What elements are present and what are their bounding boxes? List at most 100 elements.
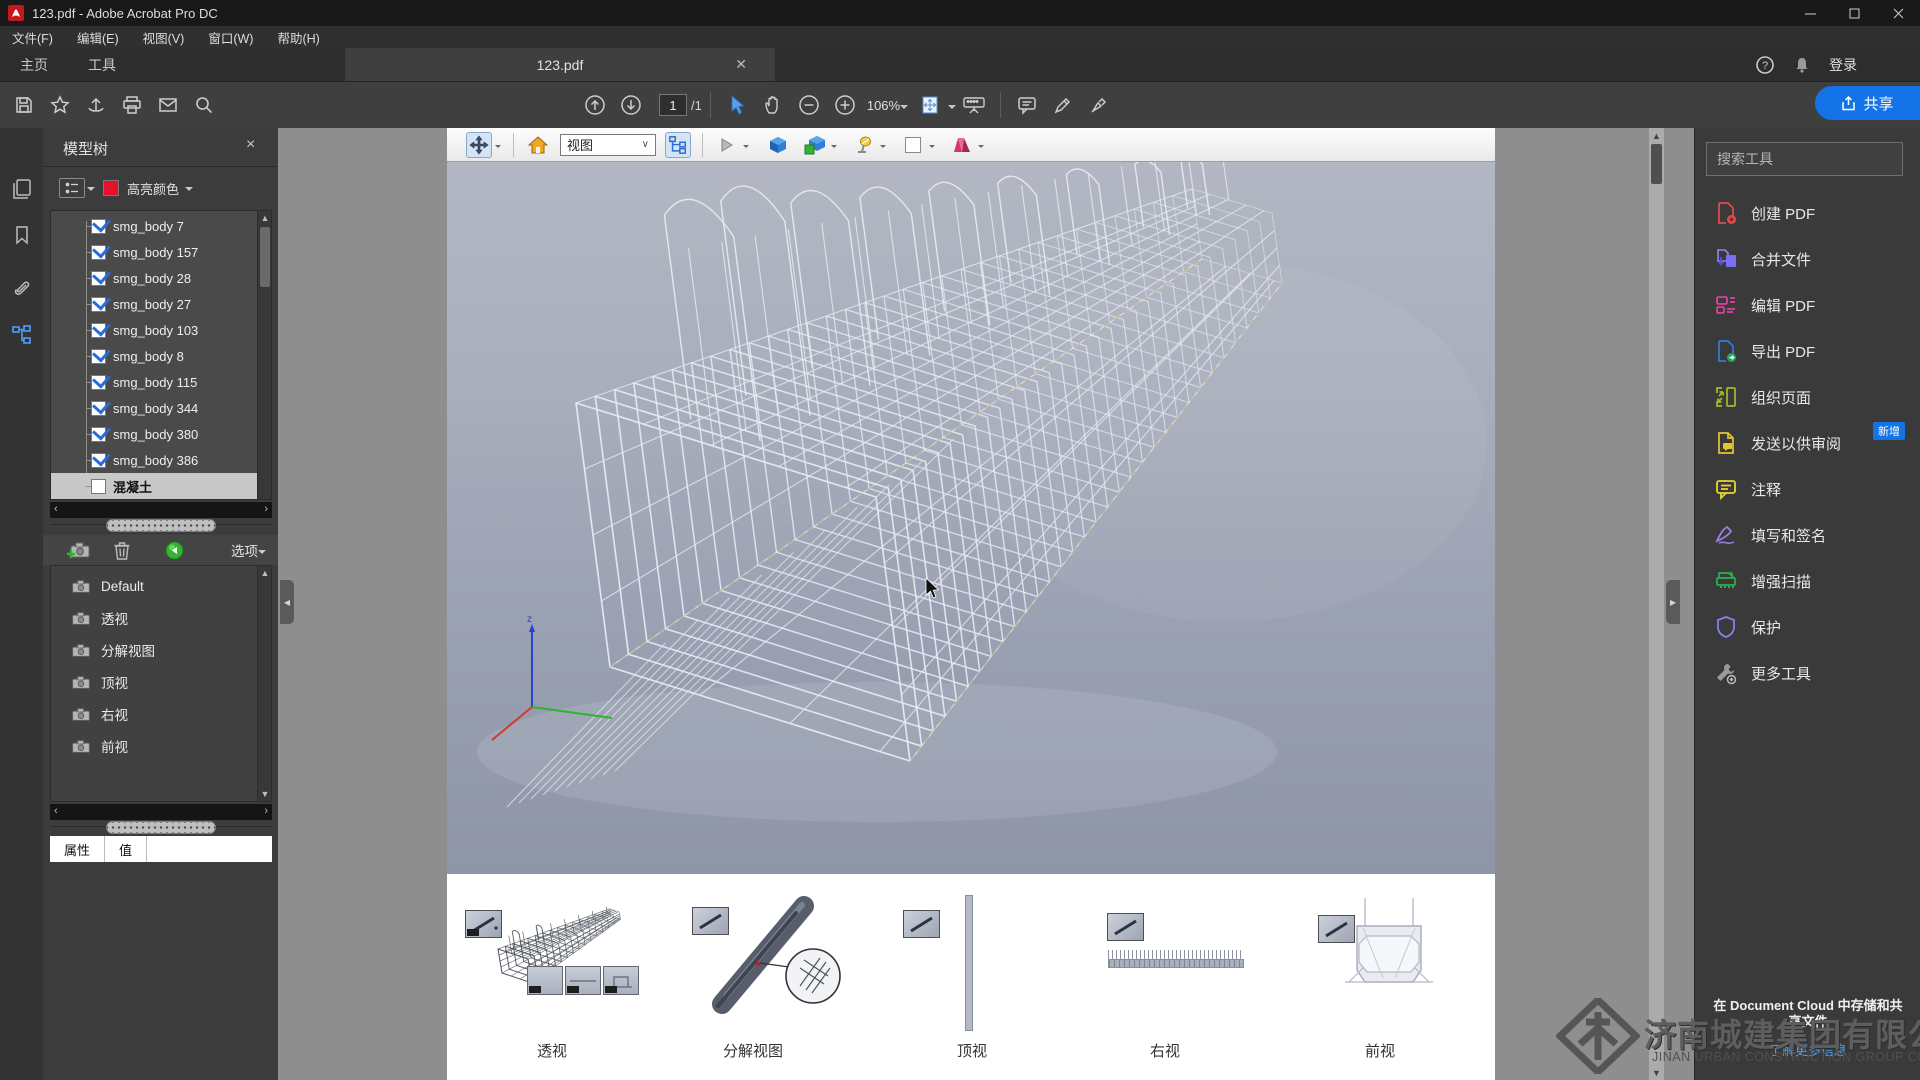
view-item[interactable]: 分解视图 xyxy=(51,634,271,666)
default-view-cube-button[interactable] xyxy=(765,132,791,158)
home-view-button[interactable] xyxy=(525,132,551,158)
view-label[interactable]: 透视 xyxy=(507,1040,597,1061)
options-menu-button[interactable]: 选项 xyxy=(231,540,266,560)
view-item[interactable]: 前视 xyxy=(51,730,271,762)
checkbox-icon[interactable] xyxy=(91,401,106,416)
view-item[interactable]: Default xyxy=(51,570,271,602)
tool-create-pdf[interactable]: 创建 PDF xyxy=(1695,190,1920,236)
chevron-down-icon[interactable] xyxy=(495,145,501,151)
tool-edit-pdf[interactable]: 编辑 PDF xyxy=(1695,282,1920,328)
tool-protect[interactable]: 保护 xyxy=(1695,604,1920,650)
chevron-down-icon[interactable] xyxy=(880,145,886,151)
add-view-button[interactable] xyxy=(67,541,91,559)
zoom-level-dropdown[interactable]: 106% xyxy=(867,98,908,113)
menu-edit[interactable]: 编辑(E) xyxy=(65,25,131,50)
cross-section-button[interactable] xyxy=(949,132,975,158)
maximize-button[interactable] xyxy=(1832,0,1876,26)
highlight-color-swatch[interactable] xyxy=(103,180,119,196)
checkbox-icon[interactable] xyxy=(91,349,106,364)
tree-view-mode-button[interactable] xyxy=(59,178,85,198)
exploded-view-thumbnail[interactable] xyxy=(700,888,855,1023)
play-animation-button[interactable] xyxy=(714,132,740,158)
scrollbar-thumb[interactable] xyxy=(1651,144,1662,184)
highlight-tool-button[interactable] xyxy=(1045,87,1081,123)
view-label[interactable]: 前视 xyxy=(1335,1040,1425,1061)
view-label[interactable]: 分解视图 xyxy=(703,1040,803,1061)
select-tool-button[interactable] xyxy=(719,87,755,123)
checkbox-icon[interactable] xyxy=(91,271,106,286)
render-mode-button[interactable] xyxy=(802,132,828,158)
checkbox-icon[interactable] xyxy=(91,297,106,312)
chevron-down-icon[interactable] xyxy=(185,187,193,195)
tree-item[interactable]: smg_body 380 xyxy=(51,421,271,447)
help-icon[interactable]: ? xyxy=(1755,55,1775,75)
learn-more-link[interactable]: 了解更多信息 xyxy=(1695,1040,1920,1059)
view-item[interactable]: 右视 xyxy=(51,698,271,730)
scroll-down-icon[interactable]: ▼ xyxy=(1649,1065,1664,1080)
view-thumbnail-icon[interactable] xyxy=(1107,913,1144,941)
views-hscrollbar[interactable]: ‹› xyxy=(50,804,272,820)
attachments-icon[interactable] xyxy=(0,266,43,312)
3d-viewport[interactable]: z xyxy=(447,162,1495,874)
view-item[interactable]: 透视 xyxy=(51,602,271,634)
search-tools-input[interactable] xyxy=(1706,142,1903,176)
star-button[interactable] xyxy=(42,87,78,123)
upload-share-button[interactable] xyxy=(78,87,114,123)
chevron-down-icon[interactable] xyxy=(743,145,749,151)
value-column-header[interactable]: 值 xyxy=(105,836,147,862)
menu-view[interactable]: 视图(V) xyxy=(131,25,197,50)
tree-item[interactable]: smg_body 344 xyxy=(51,395,271,421)
sign-in-link[interactable]: 登录 xyxy=(1829,55,1857,75)
tab-document[interactable]: 123.pdf ✕ xyxy=(345,48,775,81)
top-view-thumbnail[interactable] xyxy=(965,895,973,1031)
next-page-button[interactable] xyxy=(613,87,649,123)
tool-more-tools[interactable]: 更多工具 xyxy=(1695,650,1920,696)
search-button[interactable] xyxy=(186,87,222,123)
hand-tool-button[interactable] xyxy=(755,87,791,123)
tree-item[interactable]: smg_body 386 xyxy=(51,447,271,473)
panel-splitter[interactable] xyxy=(50,518,272,532)
chevron-down-icon[interactable] xyxy=(831,145,837,151)
tool-fill-sign[interactable]: 填写和签名 xyxy=(1695,512,1920,558)
tool-combine-files[interactable]: 合并文件 xyxy=(1695,236,1920,282)
menu-file[interactable]: 文件(F) xyxy=(0,25,65,50)
tree-item[interactable]: smg_body 28 xyxy=(51,265,271,291)
view-options-sphere-button[interactable] xyxy=(165,541,184,560)
share-button[interactable]: 共享 xyxy=(1815,86,1920,120)
view-item[interactable]: 顶视 xyxy=(51,666,271,698)
notifications-bell-icon[interactable] xyxy=(1793,56,1811,74)
menu-window[interactable]: 窗口(W) xyxy=(196,25,265,50)
tool-comment[interactable]: 注释 xyxy=(1695,466,1920,512)
chevron-down-icon[interactable] xyxy=(929,145,935,151)
tree-item[interactable]: smg_body 7 xyxy=(51,213,271,239)
scroll-up-icon[interactable]: ▲ xyxy=(258,566,272,580)
right-view-thumbnail[interactable] xyxy=(1108,959,1244,968)
tab-tools[interactable]: 工具 xyxy=(68,48,136,81)
tab-home[interactable]: 主页 xyxy=(0,48,68,81)
scroll-up-icon[interactable]: ▲ xyxy=(258,211,272,225)
minimize-button[interactable] xyxy=(1788,0,1832,26)
tree-hscrollbar[interactable]: ‹› xyxy=(50,502,272,518)
bookmarks-icon[interactable] xyxy=(0,212,43,258)
scroll-right-icon[interactable]: › xyxy=(264,503,268,515)
checkbox-icon[interactable] xyxy=(91,453,106,468)
scroll-down-icon[interactable]: ▼ xyxy=(258,787,272,801)
background-color-button[interactable] xyxy=(900,132,926,158)
rotate-tool-button[interactable] xyxy=(466,132,492,158)
tool-send-for-review[interactable]: 发送以供审阅 新增 xyxy=(1695,420,1920,466)
document-scrollbar[interactable]: ▲ ▼ xyxy=(1649,128,1664,1080)
tree-item[interactable]: smg_body 115 xyxy=(51,369,271,395)
checkbox-icon[interactable] xyxy=(91,245,106,260)
view-thumbnail-icon[interactable] xyxy=(903,910,940,938)
model-tree-panel-icon[interactable] xyxy=(0,312,43,358)
presentation-mode-button[interactable] xyxy=(956,87,992,123)
checkbox-icon[interactable] xyxy=(91,323,106,338)
scroll-right-icon[interactable]: › xyxy=(264,805,268,817)
tool-organize-pages[interactable]: 组织页面 xyxy=(1695,374,1920,420)
inset-thumbnail[interactable] xyxy=(565,966,601,995)
fill-sign-tool-button[interactable] xyxy=(1081,87,1117,123)
tree-item[interactable]: smg_body 103 xyxy=(51,317,271,343)
page-number-input[interactable]: 1 xyxy=(659,94,687,116)
tool-enhance-scans[interactable]: 增强扫描 xyxy=(1695,558,1920,604)
tree-item[interactable]: 混凝土 xyxy=(51,473,271,499)
